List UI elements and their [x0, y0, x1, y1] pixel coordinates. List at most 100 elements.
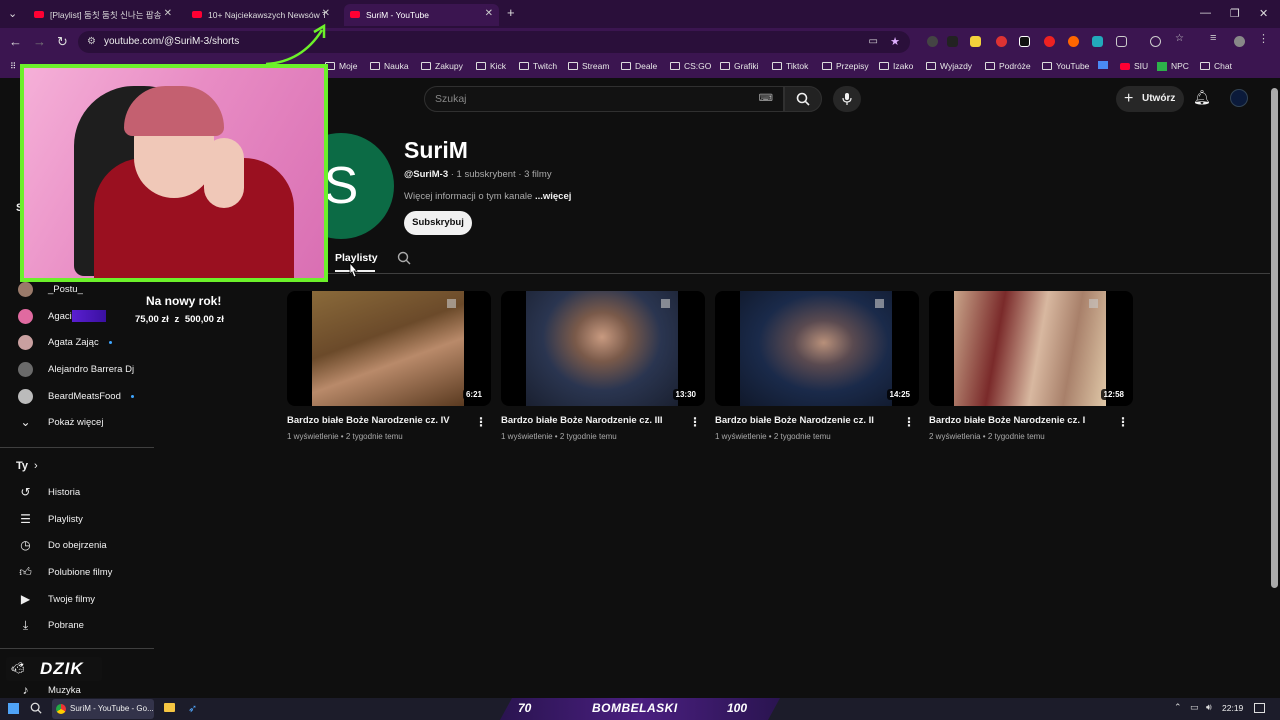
more-actions-icon[interactable]: ⋮ [689, 415, 701, 429]
video-card[interactable]: 14:25 Bardzo białe Boże Narodzenie cz. I… [715, 291, 919, 451]
reload-icon[interactable]: ↻ [57, 34, 68, 50]
tray-chevron-icon[interactable]: ⌃ [1174, 702, 1182, 713]
extension-icon[interactable] [1044, 36, 1055, 47]
bookmark-folder[interactable]: Przepisy [822, 61, 869, 71]
bookmark-npc[interactable]: NPC [1157, 61, 1189, 71]
more-actions-icon[interactable]: ⋮ [475, 415, 487, 429]
video-card[interactable]: 13:30 Bardzo białe Boże Narodzenie cz. I… [501, 291, 705, 451]
bookmark-folder[interactable]: Podróże [985, 61, 1031, 71]
forward-icon[interactable]: → [33, 34, 46, 49]
search-button[interactable] [784, 86, 822, 112]
more-link[interactable]: ...więcej [535, 191, 571, 202]
video-thumbnail[interactable]: 12:58 [929, 291, 1133, 406]
bookmark-siu[interactable]: SIU [1120, 61, 1148, 71]
keyboard-icon[interactable]: ⌨ [759, 87, 773, 111]
browser-tab-1[interactable]: [Playlist] 둠칫 둠칫 신나는 팝송 ✕ [28, 4, 178, 26]
sidebar-item-downloads[interactable]: ⤓ Pobrane [18, 616, 84, 634]
video-title[interactable]: Bardzo białe Boże Narodzenie cz. II [715, 415, 874, 426]
subscription-item[interactable]: BeardMeatsFood [18, 387, 134, 405]
video-title[interactable]: Bardzo białe Boże Narodzenie cz. I [929, 415, 1085, 426]
new-tab-button[interactable]: + [507, 5, 515, 20]
extension-icon[interactable] [1092, 36, 1103, 47]
network-icon[interactable]: ▭ [1190, 702, 1199, 713]
bookmark-folder[interactable]: Stream [568, 61, 609, 71]
notification-center-icon[interactable] [1254, 703, 1265, 713]
channel-description[interactable]: Więcej informacji o tym kanale ...więcej [404, 191, 571, 202]
apps-grid-icon[interactable]: ⠿ [10, 61, 16, 72]
sidebar-item-liked[interactable]: 👍︎ Polubione filmy [18, 563, 112, 581]
video-card[interactable]: 6:21 Bardzo białe Boże Narodzenie cz. IV… [287, 291, 491, 451]
bookmark-folder[interactable]: Wyjazdy [926, 61, 972, 71]
search-icon[interactable] [30, 702, 42, 714]
subscription-item[interactable]: Agaci [18, 307, 106, 325]
video-thumbnail[interactable]: 13:30 [501, 291, 705, 406]
back-icon[interactable]: ← [9, 34, 22, 49]
sidebar-item-watch-later[interactable]: ◷ Do obejrzenia [18, 536, 106, 554]
extension-icon[interactable] [970, 36, 981, 47]
app-icon[interactable]: ➶ [188, 702, 197, 715]
video-thumbnail[interactable]: 6:21 [287, 291, 491, 406]
video-title[interactable]: Bardzo białe Boże Narodzenie cz. IV [287, 415, 450, 426]
windows-start-icon[interactable] [8, 703, 19, 714]
search-input[interactable]: Szukaj ⌨ [424, 86, 784, 112]
bookmark-folder[interactable]: Zakupy [421, 61, 463, 71]
bookmark-folder[interactable]: Nauka [370, 61, 409, 71]
cast-icon[interactable]: ▭ [869, 31, 878, 53]
page-scrollbar[interactable] [1271, 88, 1278, 588]
minimize-icon[interactable]: — [1200, 7, 1211, 19]
browser-tab-3-active[interactable]: SuriM - YouTube ✕ [344, 4, 499, 26]
password-key-icon[interactable] [1150, 36, 1161, 47]
extension-icon[interactable] [1019, 36, 1030, 47]
close-tab-icon[interactable]: ✕ [485, 8, 493, 19]
profile-avatar[interactable] [1234, 36, 1245, 47]
channel-search-button[interactable] [397, 251, 411, 270]
sidebar-item-playlists[interactable]: ☰ Playlisty [18, 510, 83, 528]
bookmark-folder[interactable]: Izako [879, 61, 913, 71]
close-window-icon[interactable]: ✕ [1259, 7, 1268, 20]
bookmark-folder[interactable]: Grafiki [720, 61, 759, 71]
file-explorer-icon[interactable] [164, 703, 175, 712]
volume-icon[interactable]: 🔊︎ [1206, 702, 1212, 713]
media-control-icon[interactable]: ≡ [1210, 32, 1221, 44]
extension-icon[interactable] [927, 36, 938, 47]
subscription-item[interactable]: Agata Zając [18, 333, 112, 351]
restore-icon[interactable]: ❐ [1230, 7, 1240, 20]
bookmark-folder[interactable]: Deale [621, 61, 657, 71]
url-field[interactable]: ⚙ youtube.com/@SuriM-3/shorts ▭ ★ [78, 31, 910, 53]
video-thumbnail[interactable]: 14:25 [715, 291, 919, 406]
subscription-item[interactable]: _Postu_ [18, 280, 83, 298]
you-section-heading[interactable]: Ty › [16, 457, 38, 475]
extension-icon[interactable] [996, 36, 1007, 47]
bookmark-folder[interactable]: Twitch [519, 61, 557, 71]
site-info-icon[interactable]: ⚙ [87, 31, 96, 53]
bookmark-folder[interactable]: Kick [476, 61, 506, 71]
subscription-item[interactable]: Alejandro Barrera Dj [18, 360, 134, 378]
more-actions-icon[interactable]: ⋮ [1117, 415, 1129, 429]
video-card[interactable]: 12:58 Bardzo białe Boże Narodzenie cz. I… [929, 291, 1133, 451]
video-title[interactable]: Bardzo białe Boże Narodzenie cz. III [501, 415, 663, 426]
bookmark-gif[interactable] [1098, 61, 1108, 69]
clock-time[interactable]: 22:19 [1222, 703, 1243, 713]
bookmark-folder[interactable]: Chat [1200, 61, 1232, 71]
bookmark-folder[interactable]: CS:GO [670, 61, 711, 71]
close-tab-icon[interactable]: ✕ [164, 8, 172, 19]
sidebar-item-music[interactable]: ♪ Muzyka [18, 681, 81, 699]
account-avatar[interactable] [1230, 89, 1248, 107]
extension-icon[interactable] [1068, 36, 1079, 47]
bookmark-folder[interactable]: Tiktok [772, 61, 808, 71]
browser-menu-icon[interactable]: ⋮ [1258, 32, 1269, 45]
bookmarks-icon[interactable]: ☆ [1175, 33, 1186, 44]
taskbar-chrome-window[interactable]: SuriM - YouTube - Go... [52, 699, 154, 719]
sidebar-item-history[interactable]: ↺ Historia [18, 483, 80, 501]
show-more-button[interactable]: ⌄ Pokaż więcej [18, 413, 103, 431]
extensions-puzzle-icon[interactable] [1116, 36, 1127, 47]
bookmark-star-icon[interactable]: ★ [890, 31, 900, 53]
extension-icon[interactable] [947, 36, 958, 47]
create-button[interactable]: + Utwórz [1116, 86, 1184, 112]
sidebar-item-your-videos[interactable]: ▶ Twoje filmy [18, 590, 95, 608]
close-tab-icon[interactable]: ✕ [322, 8, 330, 19]
more-actions-icon[interactable]: ⋮ [903, 415, 915, 429]
notifications-bell-icon[interactable]: 🔔︎ [1193, 89, 1211, 106]
bookmark-folder[interactable]: YouTube [1042, 61, 1089, 71]
tab-search-icon[interactable]: ⌄ [8, 7, 17, 20]
